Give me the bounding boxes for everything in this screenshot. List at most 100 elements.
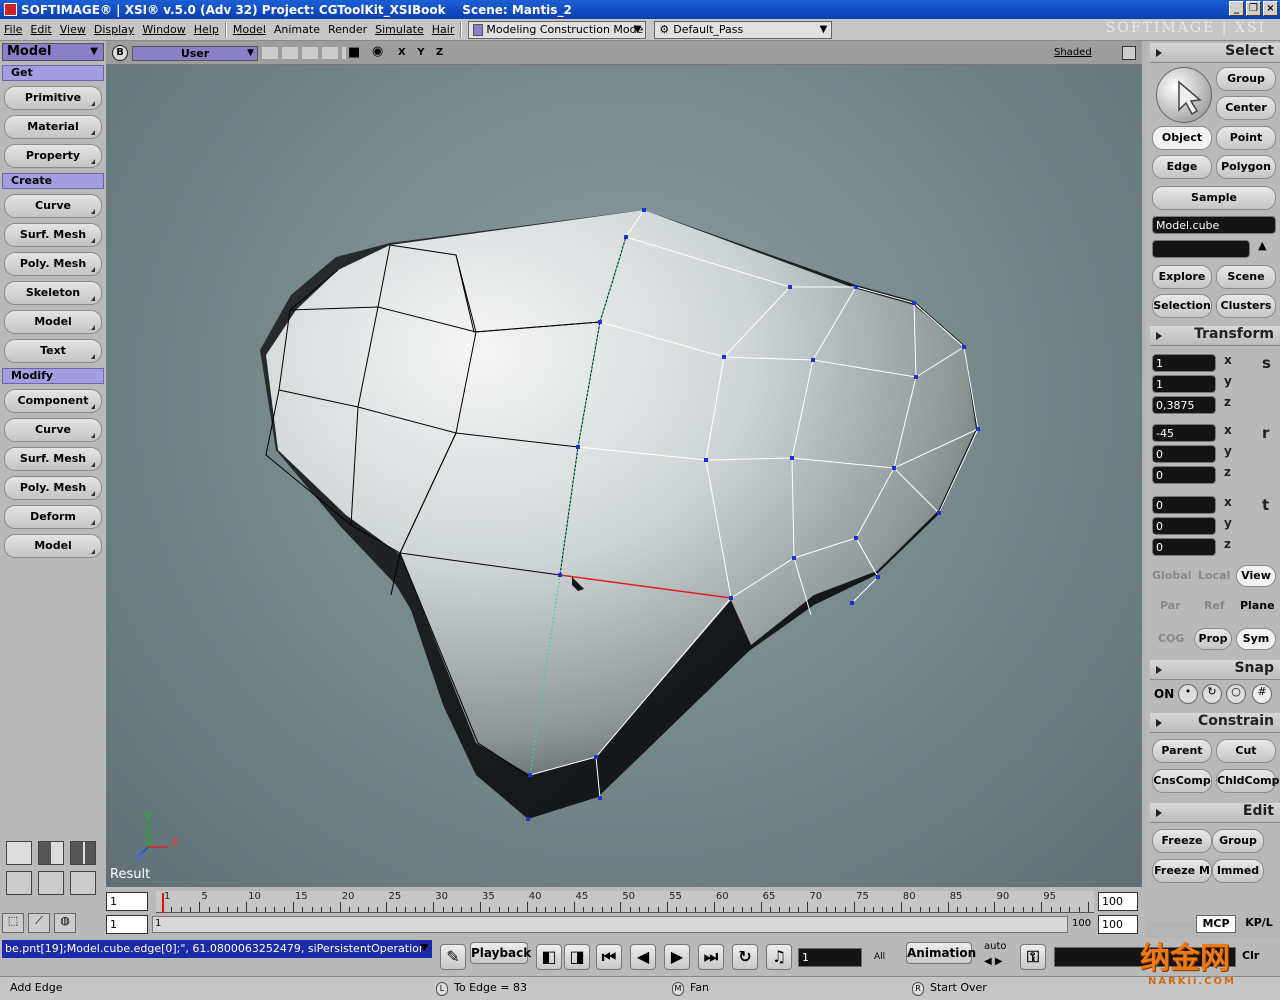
restore-icon[interactable]: ❐ xyxy=(1246,1,1261,16)
plane-toggle[interactable]: Plane xyxy=(1240,599,1275,612)
close-icon[interactable]: × xyxy=(1263,1,1278,16)
ref-toggle[interactable]: Ref xyxy=(1204,599,1225,612)
next-key-icon[interactable]: ◨ xyxy=(564,944,590,970)
freeze-m-button[interactable]: Freeze M xyxy=(1152,859,1212,883)
create-text-button[interactable]: Text xyxy=(4,339,102,363)
menu-help[interactable]: Help xyxy=(190,23,223,36)
key-arrows-icon[interactable]: ◀ ▶ xyxy=(984,956,1003,967)
script-editor-icon[interactable]: ✎ xyxy=(440,944,466,970)
menu-display[interactable]: Display xyxy=(90,23,139,36)
kpl-tab[interactable]: KP/L xyxy=(1240,915,1278,933)
section-modify[interactable]: Modify xyxy=(2,368,104,384)
mcp-tab[interactable]: MCP xyxy=(1196,915,1236,933)
viewport[interactable]: Y X Z Result xyxy=(106,65,1142,887)
viewport-letter[interactable]: B xyxy=(112,45,128,61)
frame-field[interactable]: 1 xyxy=(798,948,862,967)
animation-status-field[interactable] xyxy=(1054,947,1236,967)
up-down-icon[interactable]: ▲ xyxy=(1258,239,1266,252)
timeline-ruler[interactable]: 1 5 10 15 20 25 30 35 40 45 50 55 60 65 70 75 80 85 90 95 xyxy=(156,891,1094,913)
module-simulate[interactable]: Simulate xyxy=(371,23,428,36)
camera-dropdown[interactable]: User ▼ xyxy=(132,46,258,61)
section-create[interactable]: Create xyxy=(2,173,104,189)
mesh-view[interactable] xyxy=(106,65,1142,887)
rotate-y-field[interactable]: 0 xyxy=(1152,445,1216,463)
layout-alt2-icon[interactable] xyxy=(38,871,64,895)
immed-button[interactable]: Immed xyxy=(1212,859,1264,883)
par-toggle[interactable]: Par xyxy=(1160,599,1181,612)
maximize-viewport-icon[interactable] xyxy=(1122,46,1136,60)
layout-quad-icon[interactable] xyxy=(70,841,96,865)
primitive-button[interactable]: Primitive xyxy=(4,86,102,110)
display-mode-dropdown[interactable]: Shaded xyxy=(1054,47,1092,58)
create-surf-mesh-button[interactable]: Surf. Mesh xyxy=(4,223,102,247)
constrain-section-header[interactable]: Constrain xyxy=(1150,713,1280,733)
modify-curve-button[interactable]: Curve xyxy=(4,418,102,442)
cnscomp-button[interactable]: CnsComp xyxy=(1152,769,1212,793)
pass-dropdown[interactable]: ⚙ Default_Pass ▼ xyxy=(654,20,833,39)
clear-button[interactable]: Clr xyxy=(1242,949,1259,962)
range-end-field[interactable]: 100 xyxy=(1098,915,1138,934)
view-toggle[interactable]: View xyxy=(1236,565,1276,587)
modify-surf-mesh-button[interactable]: Surf. Mesh xyxy=(4,447,102,471)
camera-icon[interactable]: ■ xyxy=(348,45,360,60)
last-frame-icon[interactable]: ⏭ xyxy=(698,944,724,970)
timeline-start-field[interactable]: 1 xyxy=(106,892,148,911)
point-button[interactable]: Point xyxy=(1216,126,1276,150)
local-toggle[interactable]: Local xyxy=(1198,569,1230,582)
module-hair[interactable]: Hair xyxy=(428,23,459,36)
prev-key-icon[interactable]: ◧ xyxy=(536,944,562,970)
command-line[interactable]: be.pnt[19];Model.cube.edge[0];", 61.0800… xyxy=(2,940,432,958)
timeline-end-field[interactable]: 100 xyxy=(1098,892,1138,911)
polygon-button[interactable]: Polygon xyxy=(1216,155,1276,179)
module-selector[interactable]: Model ▼ xyxy=(2,43,104,61)
snap-section-header[interactable]: Snap xyxy=(1150,660,1280,680)
cog-toggle[interactable]: COG xyxy=(1158,632,1184,645)
clusters-button[interactable]: Clusters xyxy=(1216,294,1276,318)
snap-surface-icon[interactable]: ○ xyxy=(1226,684,1246,704)
material-button[interactable]: Material xyxy=(4,115,102,139)
current-frame-field[interactable]: 1 xyxy=(106,915,148,934)
layout-vertical-icon[interactable] xyxy=(38,841,64,865)
view-bookmarks[interactable] xyxy=(262,47,346,59)
translate-x-field[interactable]: 0 xyxy=(1152,496,1216,514)
translate-mode-button[interactable]: t xyxy=(1262,496,1269,514)
rotate-x-field[interactable]: -45 xyxy=(1152,424,1216,442)
menu-window[interactable]: Window xyxy=(138,23,189,36)
snap-point-icon[interactable]: • xyxy=(1178,684,1198,704)
rotate-z-field[interactable]: 0 xyxy=(1152,466,1216,484)
menu-view[interactable]: View xyxy=(56,23,90,36)
eye-icon[interactable]: ◉ xyxy=(372,44,383,59)
minimize-icon[interactable]: _ xyxy=(1229,1,1244,16)
translate-z-field[interactable]: 0 xyxy=(1152,538,1216,556)
property-button[interactable]: Property xyxy=(4,144,102,168)
layout-alt1-icon[interactable] xyxy=(6,871,32,895)
cut-button[interactable]: Cut xyxy=(1216,739,1276,763)
create-skeleton-button[interactable]: Skeleton xyxy=(4,281,102,305)
module-render[interactable]: Render xyxy=(324,23,371,36)
parent-button[interactable]: Parent xyxy=(1152,739,1212,763)
loop-icon[interactable]: ↻ xyxy=(732,944,758,970)
modify-deform-button[interactable]: Deform xyxy=(4,505,102,529)
animation-menu[interactable]: Animation xyxy=(906,942,976,964)
create-model-button[interactable]: Model xyxy=(4,310,102,334)
modify-component-button[interactable]: Component xyxy=(4,389,102,413)
prop-button[interactable]: Prop xyxy=(1194,628,1232,650)
scale-z-field[interactable]: 0,3875 xyxy=(1152,396,1216,414)
modify-poly-mesh-button[interactable]: Poly. Mesh xyxy=(4,476,102,500)
edit-group-button[interactable]: Group xyxy=(1212,829,1264,853)
selection-button[interactable]: Selection xyxy=(1152,294,1212,318)
palette-icon[interactable]: ◍ xyxy=(54,913,76,933)
construction-mode-dropdown[interactable]: Modeling Construction Mode ▼ xyxy=(468,20,647,39)
freeze-button[interactable]: Freeze xyxy=(1152,829,1212,853)
explore-button[interactable]: Explore xyxy=(1152,265,1212,289)
module-animate[interactable]: Animate xyxy=(270,23,324,36)
snap-curve-icon[interactable]: ↻ xyxy=(1202,684,1222,704)
scene-button[interactable]: Scene xyxy=(1216,265,1276,289)
menu-file[interactable]: File xyxy=(0,23,26,36)
scale-x-field[interactable]: 1 xyxy=(1152,354,1216,372)
axis-toggles[interactable]: X Y Z xyxy=(398,47,447,58)
audio-icon[interactable]: ♫ xyxy=(766,944,792,970)
rotate-mode-button[interactable]: r xyxy=(1262,424,1269,442)
transform-section-header[interactable]: Transform xyxy=(1150,326,1280,346)
snap-grid-icon[interactable]: # xyxy=(1252,684,1272,704)
